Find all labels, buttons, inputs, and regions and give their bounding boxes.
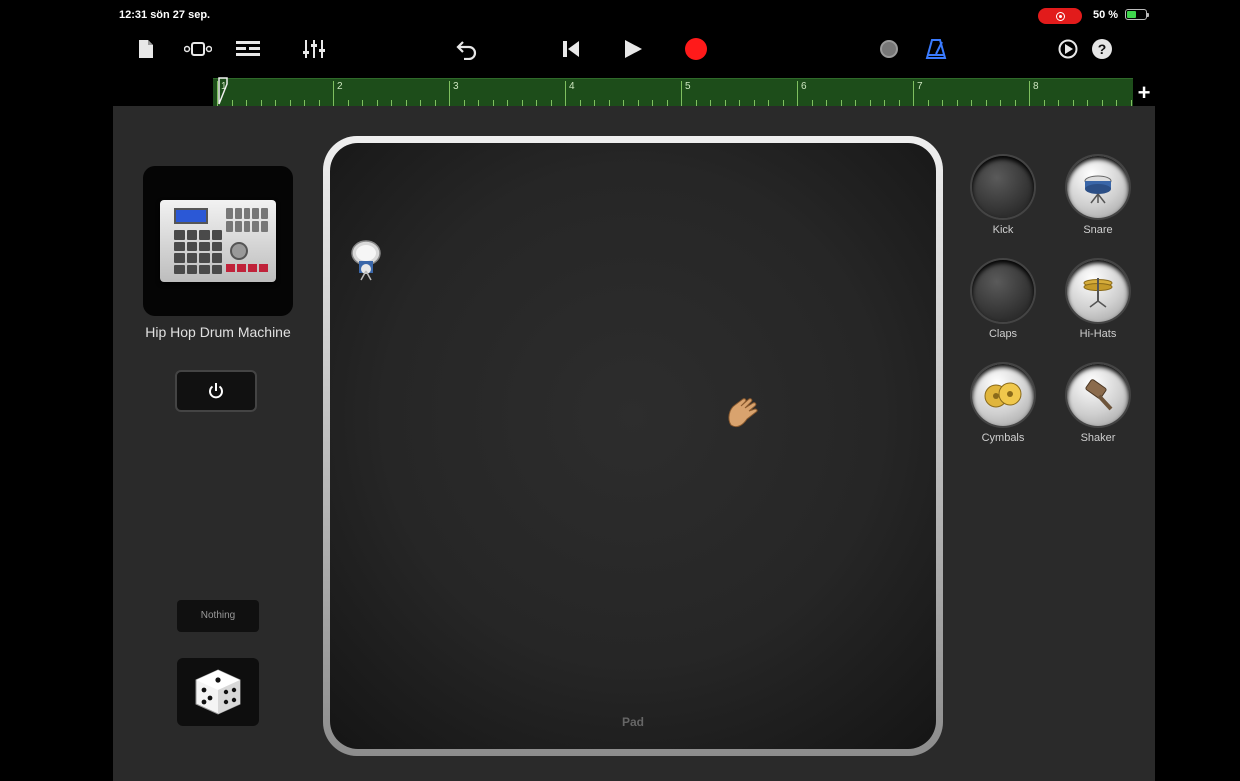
ruler-bar-number: 6: [801, 81, 807, 92]
ruler-bar-number: 4: [569, 81, 575, 92]
claps-icon: [972, 260, 1034, 322]
record-icon[interactable]: [683, 36, 709, 62]
ruler-tick: [565, 81, 566, 107]
settings-icon[interactable]: [1055, 36, 1081, 62]
playhead-marker[interactable]: [217, 76, 229, 106]
drum-button-cymbals[interactable]: Cymbals: [963, 364, 1043, 444]
metronome-icon[interactable]: [923, 36, 949, 62]
ruler-tick: [681, 81, 682, 107]
ruler-tick: [449, 81, 450, 107]
drum-button-label: Hi-Hats: [1079, 328, 1117, 340]
drum-button-label: Claps: [988, 328, 1018, 340]
ruler-bar-number: 3: [453, 81, 459, 92]
app-screen: 12:31 sön 27 sep. 50 % ? 1 2 3 4 5 6 7 8…: [113, 0, 1155, 781]
hi-hat-icon: [1067, 260, 1129, 322]
instrument-image-button[interactable]: [143, 166, 293, 316]
view-toggle-icon[interactable]: [183, 36, 213, 62]
battery-percentage: 50 %: [1093, 9, 1119, 21]
drum-machine-icon: [160, 200, 276, 282]
ruler-tick: [797, 81, 798, 107]
drum-button-kick[interactable]: Kick: [963, 156, 1043, 236]
drummer-puck-icon[interactable]: [350, 239, 382, 281]
toolbar: ?: [113, 30, 1155, 76]
cymbals-icon: [972, 364, 1034, 426]
drum-button-shaker[interactable]: Shaker: [1058, 364, 1138, 444]
help-icon[interactable]: ?: [1089, 36, 1115, 62]
status-bar: 12:31 sön 27 sep. 50 %: [113, 0, 1155, 30]
drum-button-claps[interactable]: Claps: [963, 260, 1043, 340]
drum-button-snare[interactable]: Snare: [1058, 156, 1138, 236]
drum-instruments-panel: Kick Snare Claps Hi-Hats Cymbals Shaker: [963, 156, 1153, 476]
screen-recording-indicator[interactable]: [1038, 8, 1082, 24]
drummer-editor: Hip Hop Drum Machine Nothing Pad Kick Sn…: [113, 106, 1155, 781]
randomize-button[interactable]: [177, 658, 259, 726]
xy-pad-frame: Pad: [323, 136, 943, 756]
drum-button-label: Snare: [1083, 224, 1113, 236]
ruler-bar-number: 8: [1033, 81, 1039, 92]
power-button[interactable]: [175, 370, 257, 412]
play-icon[interactable]: [621, 36, 645, 62]
drum-button-label: Shaker: [1080, 432, 1116, 444]
instrument-name: Hip Hop Drum Machine: [145, 324, 291, 340]
dice-icon: [195, 669, 241, 715]
instrument-panel: Hip Hop Drum Machine Nothing: [113, 106, 313, 781]
ruler-tick: [1029, 81, 1030, 107]
document-icon[interactable]: [135, 36, 157, 62]
shaker-icon: [1067, 364, 1129, 426]
ruler-tick: [913, 81, 914, 107]
ruler-bar-number: 2: [337, 81, 343, 92]
timeline-ruler[interactable]: 12345678: [213, 78, 1133, 107]
kick-drum-icon: [972, 156, 1034, 218]
status-time: 12:31 sön 27 sep.: [119, 9, 211, 21]
undo-icon[interactable]: [453, 36, 481, 62]
loop-icon[interactable]: [877, 36, 901, 62]
xy-pad[interactable]: Pad: [330, 143, 936, 749]
ruler-tick: [333, 81, 334, 107]
tracks-icon[interactable]: [233, 36, 263, 62]
mixer-icon[interactable]: [299, 36, 329, 62]
go-to-start-icon[interactable]: [559, 36, 583, 62]
battery-icon: [1125, 9, 1149, 20]
drum-button-label: Kick: [992, 224, 1014, 236]
add-section-button[interactable]: +: [1133, 82, 1155, 104]
power-icon: [209, 383, 223, 399]
drum-button-label: Cymbals: [981, 432, 1025, 444]
ruler-bar-number: 5: [685, 81, 691, 92]
drum-button-hi-hats[interactable]: Hi-Hats: [1058, 260, 1138, 340]
ruler-bar-number: 7: [917, 81, 923, 92]
preset-label[interactable]: Nothing: [177, 600, 259, 632]
pad-label: Pad: [621, 715, 644, 729]
clap-hand-icon: [728, 398, 758, 428]
snare-drum-icon: [1067, 156, 1129, 218]
